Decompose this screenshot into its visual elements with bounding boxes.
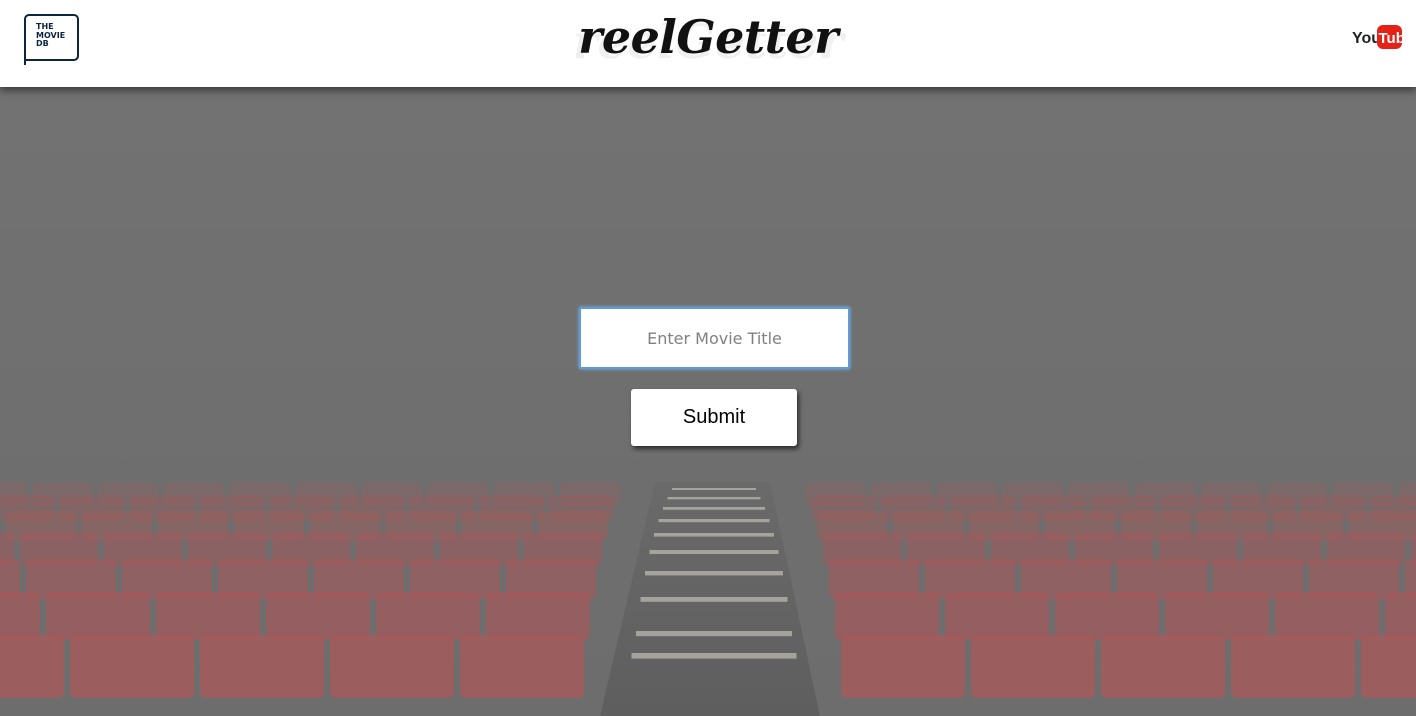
aisle-step: [667, 497, 761, 500]
aisle-step: [640, 597, 788, 602]
movie-title-input[interactable]: [579, 307, 850, 369]
aisle-step: [654, 533, 774, 537]
seat: [841, 635, 965, 698]
seat: [971, 635, 1095, 698]
aisle-step: [649, 550, 779, 554]
seat: [945, 592, 1049, 640]
seat: [0, 635, 64, 698]
seat: [1231, 635, 1355, 698]
seat: [0, 592, 40, 640]
brand: reelGetter: [0, 10, 1416, 80]
seat: [156, 592, 260, 640]
seat: [486, 592, 590, 640]
top-header: THE MOVIE DB reelGetter reelGetter You T…: [0, 0, 1416, 87]
seat: [1361, 635, 1416, 698]
youtube-you-text: You: [1352, 30, 1381, 47]
seat: [460, 635, 584, 698]
aisle-step: [663, 507, 765, 510]
aisle-step: [672, 488, 756, 490]
seat: [200, 635, 324, 698]
seat: [376, 592, 480, 640]
seat: [835, 592, 939, 640]
aisle-step: [631, 653, 797, 659]
seat: [1165, 592, 1269, 640]
seat: [330, 635, 454, 698]
seat: [1101, 635, 1225, 698]
seat: [1055, 592, 1159, 640]
seat: [70, 635, 194, 698]
seat: [1385, 592, 1416, 640]
youtube-logo-icon[interactable]: You Tube: [1352, 24, 1402, 50]
submit-button[interactable]: Submit: [631, 389, 797, 446]
seat: [1275, 592, 1379, 640]
aisle-step: [636, 631, 792, 637]
seat: [266, 592, 370, 640]
aisle-step: [645, 571, 783, 576]
aisle-step: [658, 519, 770, 523]
brand-title: reelGetter: [578, 10, 838, 64]
seat: [46, 592, 150, 640]
youtube-tube-text: Tube: [1379, 30, 1403, 47]
